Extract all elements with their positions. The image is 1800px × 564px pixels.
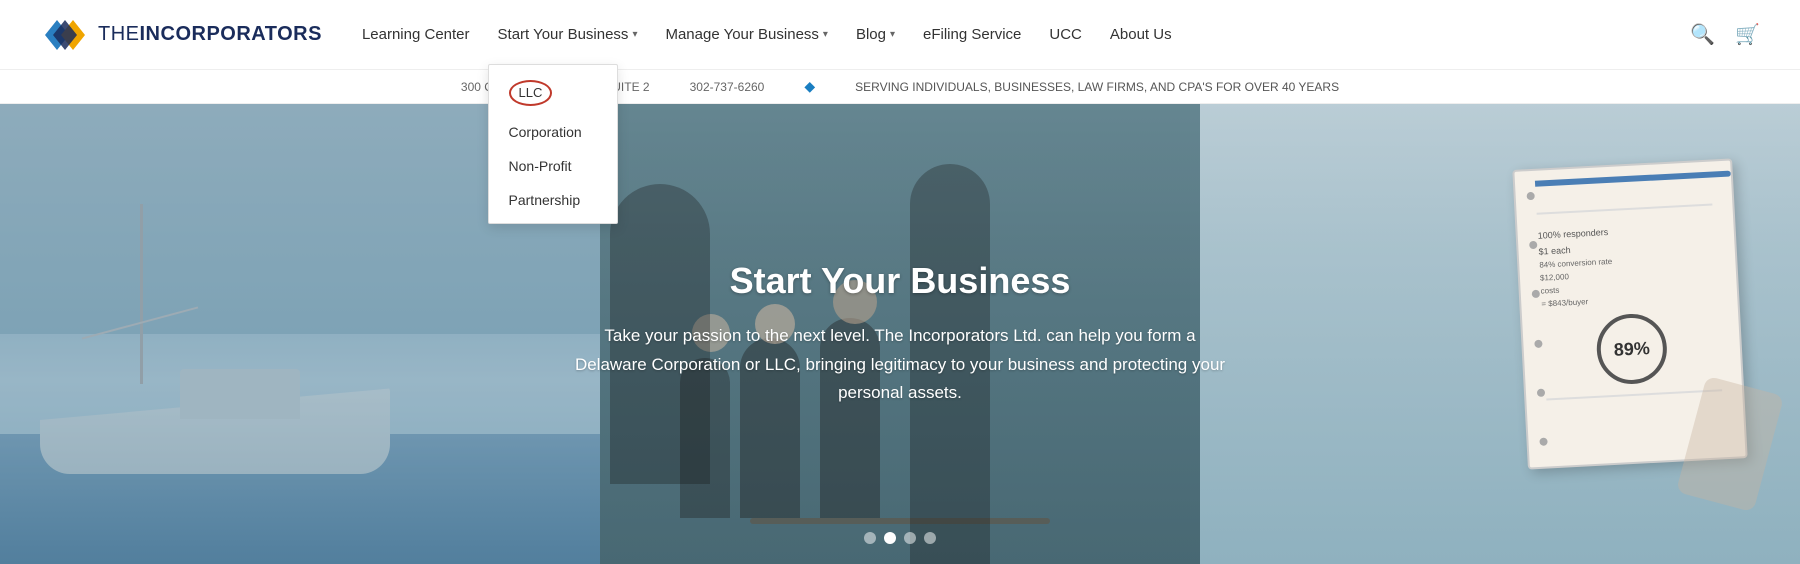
- main-nav: Learning Center Start Your Business ▾ LL…: [362, 26, 1690, 43]
- nav-start-business[interactable]: Start Your Business ▾ LLC Corporation No…: [498, 26, 638, 43]
- search-button[interactable]: 🔍: [1690, 22, 1715, 47]
- nav-learning-center[interactable]: Learning Center: [362, 26, 470, 43]
- hero-content: Start Your Business Take your passion to…: [550, 240, 1250, 429]
- start-business-dropdown: LLC Corporation Non-Profit Partnership: [488, 64, 618, 224]
- serving-text: SERVING INDIVIDUALS, BUSINESSES, LAW FIR…: [855, 80, 1339, 94]
- logo-link[interactable]: THEINCORPORATORS: [40, 10, 322, 60]
- hero-subtitle: Take your passion to the next level. The…: [570, 322, 1230, 409]
- nav-ucc[interactable]: UCC: [1049, 26, 1082, 43]
- dropdown-item-llc[interactable]: LLC: [489, 71, 617, 115]
- chevron-down-icon-3: ▾: [890, 29, 895, 40]
- slide-dot-2[interactable]: [884, 532, 896, 544]
- cart-button[interactable]: 🛒: [1735, 22, 1760, 47]
- phone-text: 302-737-6260: [690, 80, 765, 94]
- dropdown-item-nonprofit[interactable]: Non-Profit: [489, 149, 617, 183]
- hero-title: Start Your Business: [570, 260, 1230, 302]
- slide-dot-1[interactable]: [864, 532, 876, 544]
- nav-blog[interactable]: Blog ▾: [856, 26, 895, 43]
- slide-dot-3[interactable]: [904, 532, 916, 544]
- search-icon: 🔍: [1690, 24, 1715, 46]
- header-icons: 🔍 🛒: [1690, 22, 1760, 47]
- dropdown-item-partnership[interactable]: Partnership: [489, 183, 617, 217]
- site-header: THEINCORPORATORS Learning Center Start Y…: [0, 0, 1800, 70]
- hero-section: 100% responders $1 each 84% conversion r…: [0, 104, 1800, 564]
- diamond-icon: ◆: [804, 78, 815, 95]
- info-bar: 300 CREEK VIEW ROAD, SUITE 2 302-737-626…: [0, 70, 1800, 104]
- logo-text: THEINCORPORATORS: [98, 23, 322, 46]
- nav-about-us[interactable]: About Us: [1110, 26, 1172, 43]
- hero-panel-notebook: 100% responders $1 each 84% conversion r…: [1200, 104, 1800, 564]
- dropdown-item-corporation[interactable]: Corporation: [489, 115, 617, 149]
- cart-icon: 🛒: [1735, 24, 1760, 46]
- nav-efiling[interactable]: eFiling Service: [923, 26, 1021, 43]
- slideshow-dots: [864, 532, 936, 544]
- chevron-down-icon-2: ▾: [823, 29, 828, 40]
- slide-dot-4[interactable]: [924, 532, 936, 544]
- logo-icon: [40, 10, 90, 60]
- chevron-down-icon: ▾: [632, 29, 637, 40]
- llc-circled-label: LLC: [509, 80, 553, 106]
- nav-manage-business[interactable]: Manage Your Business ▾: [665, 26, 827, 43]
